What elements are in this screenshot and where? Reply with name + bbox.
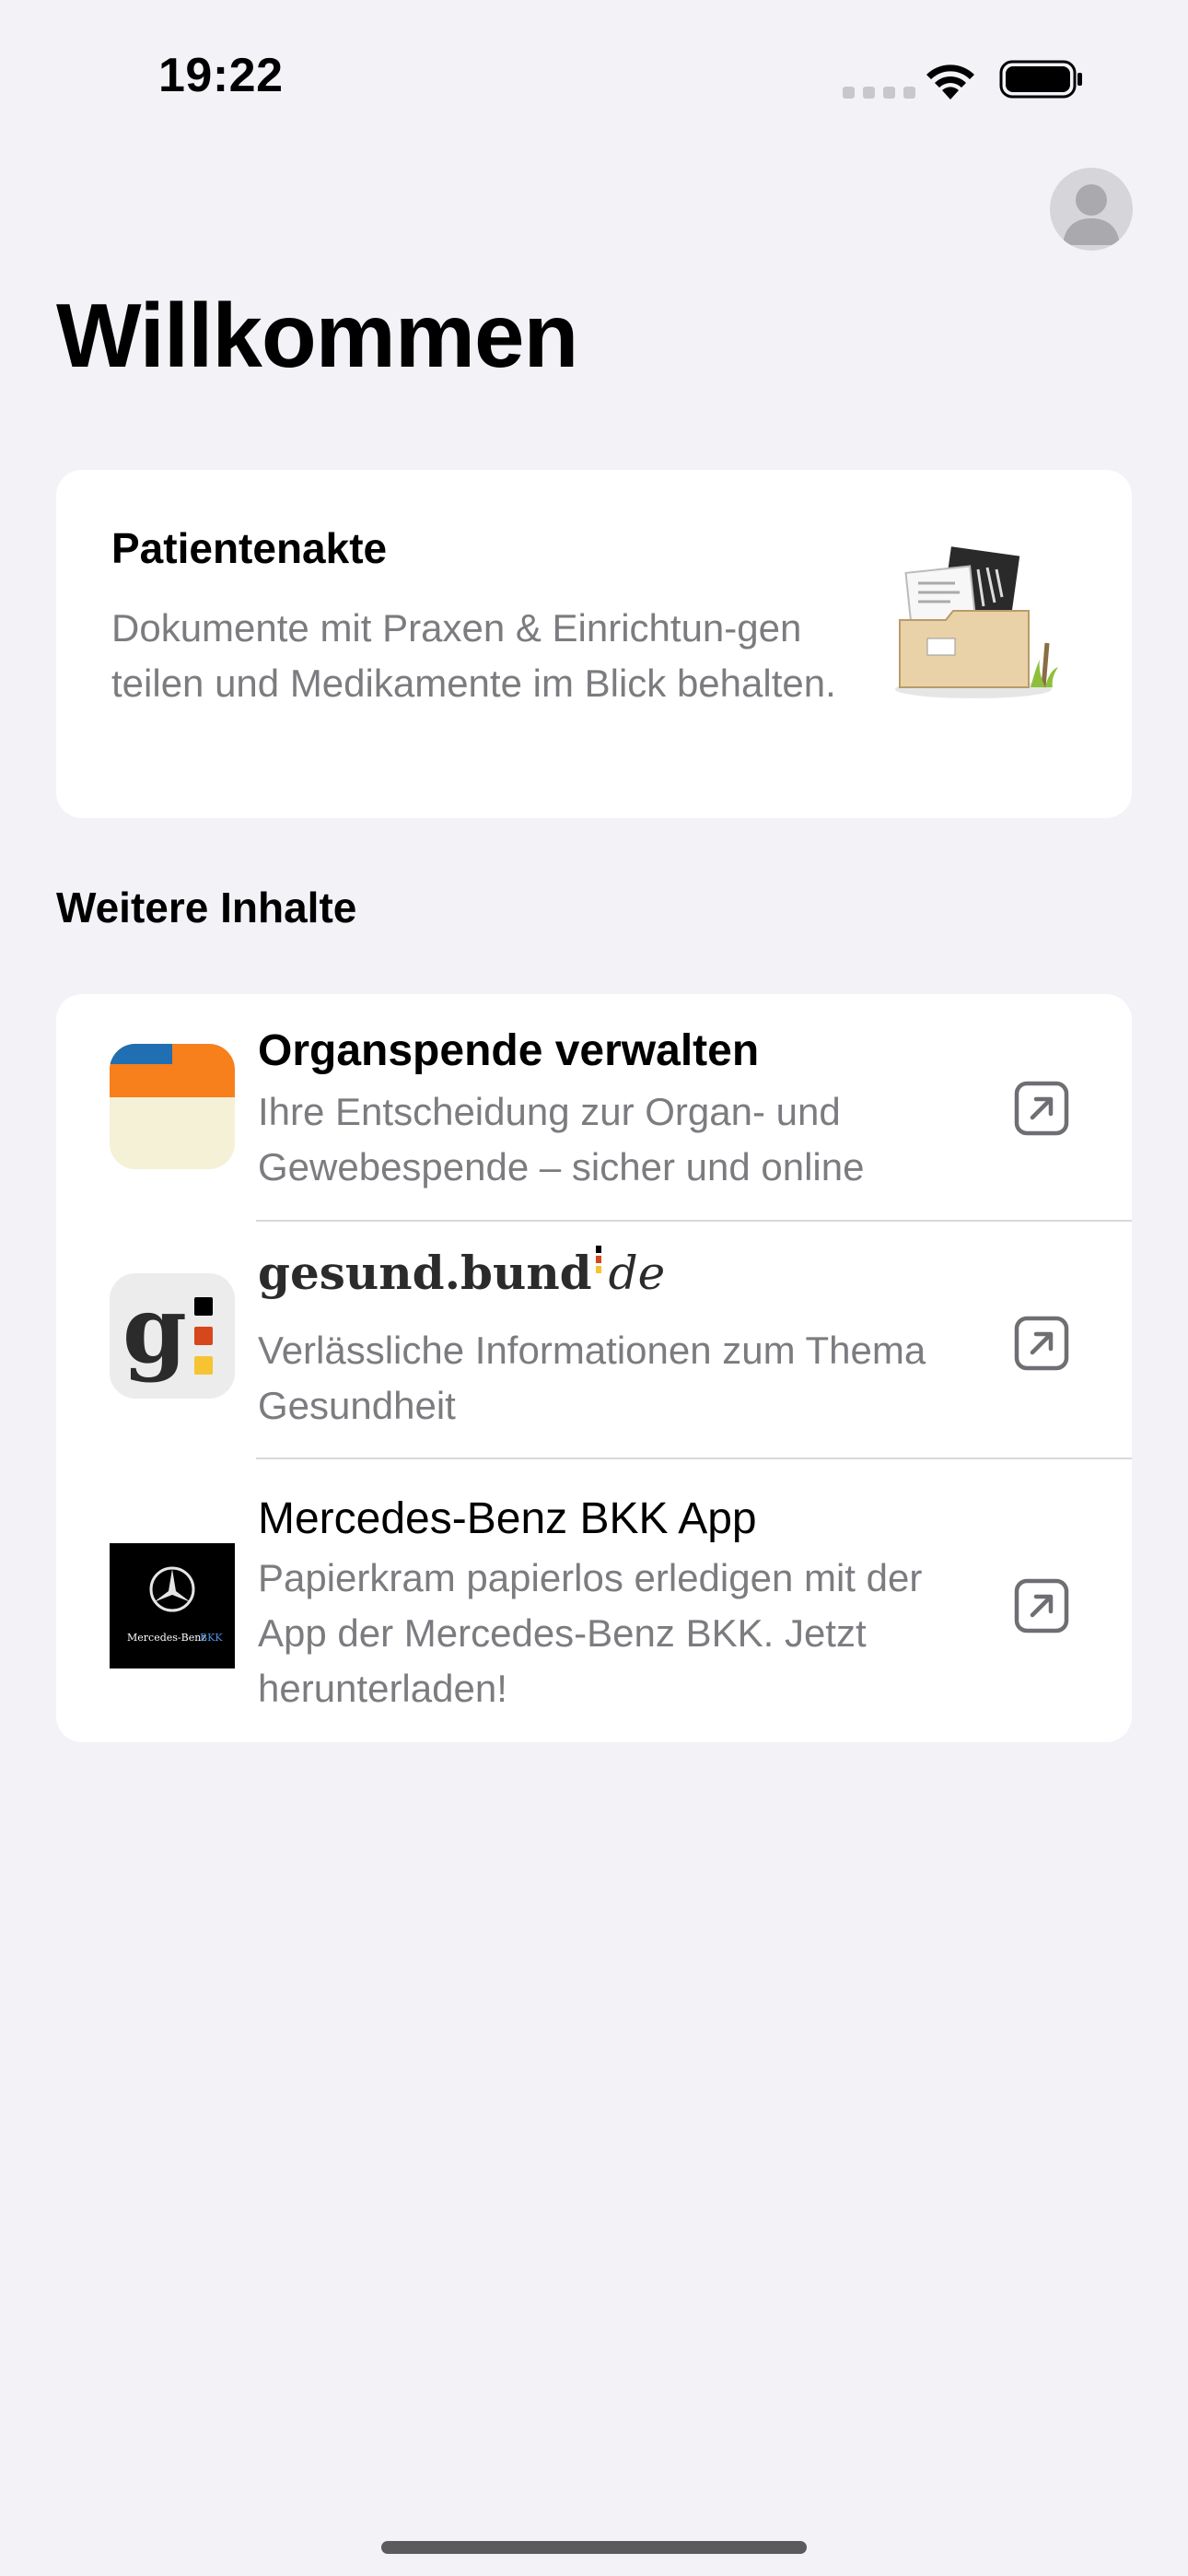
weitere-inhalte-list: Organspende verwalten Ihre Entscheidung … [56, 994, 1132, 1742]
list-item-title: Mercedes-Benz BKK App [258, 1494, 757, 1543]
divider [256, 1458, 1132, 1459]
external-link-icon[interactable] [1014, 1578, 1069, 1633]
page-title: Willkommen [56, 285, 578, 386]
svg-text:BKK: BKK [200, 1632, 223, 1644]
wifi-icon [926, 64, 974, 100]
patientenakte-card[interactable]: Patientenakte Dokumente mit Praxen & Ein… [56, 470, 1132, 818]
cellular-signal-icon [843, 87, 915, 99]
document-folder-illustration [895, 546, 1058, 698]
list-item-description: Ihre Entscheidung zur Organ- und Gewebes… [258, 1090, 865, 1188]
list-item-mercedes-benz-bkk[interactable]: Mercedes-Benz BKK Mercedes-Benz BKK App … [56, 1460, 1132, 1742]
external-link-icon[interactable] [1014, 1316, 1069, 1371]
patientenakte-title: Patientenakte [111, 524, 388, 572]
list-item-description: Verlässliche Informationen zum Thema Ges… [258, 1329, 926, 1427]
organspende-app-icon [110, 1044, 235, 1169]
list-item-organspende[interactable]: Organspende verwalten Ihre Entscheidung … [56, 994, 1132, 1221]
svg-text:Mercedes-Benz: Mercedes-Benz [127, 1632, 206, 1644]
patientenakte-description: Dokumente mit Praxen & Einrichtun-gen te… [111, 606, 836, 705]
section-title-weitere-inhalte: Weitere Inhalte [56, 884, 357, 931]
gesund-bund-logo: gesund.bund de [258, 1246, 666, 1300]
list-item-description: Papierkram papierlos erledigen mit der A… [258, 1556, 923, 1710]
list-item-title: Organspende verwalten [258, 1026, 760, 1075]
mercedes-benz-bkk-app-icon: Mercedes-Benz BKK [110, 1543, 235, 1669]
list-item-gesund-bund[interactable]: g gesund.bund de Verlässliche Informatio… [56, 1222, 1132, 1459]
home-indicator[interactable] [381, 2541, 807, 2554]
status-icons [843, 57, 1082, 103]
profile-avatar-icon[interactable] [1050, 168, 1133, 251]
flag-dots [595, 1246, 601, 1273]
battery-icon [999, 60, 1082, 99]
status-time: 19:22 [158, 49, 284, 102]
external-link-icon[interactable] [1014, 1081, 1069, 1136]
svg-text:g: g [122, 1275, 187, 1384]
gesund-bund-app-icon: g [110, 1273, 235, 1399]
